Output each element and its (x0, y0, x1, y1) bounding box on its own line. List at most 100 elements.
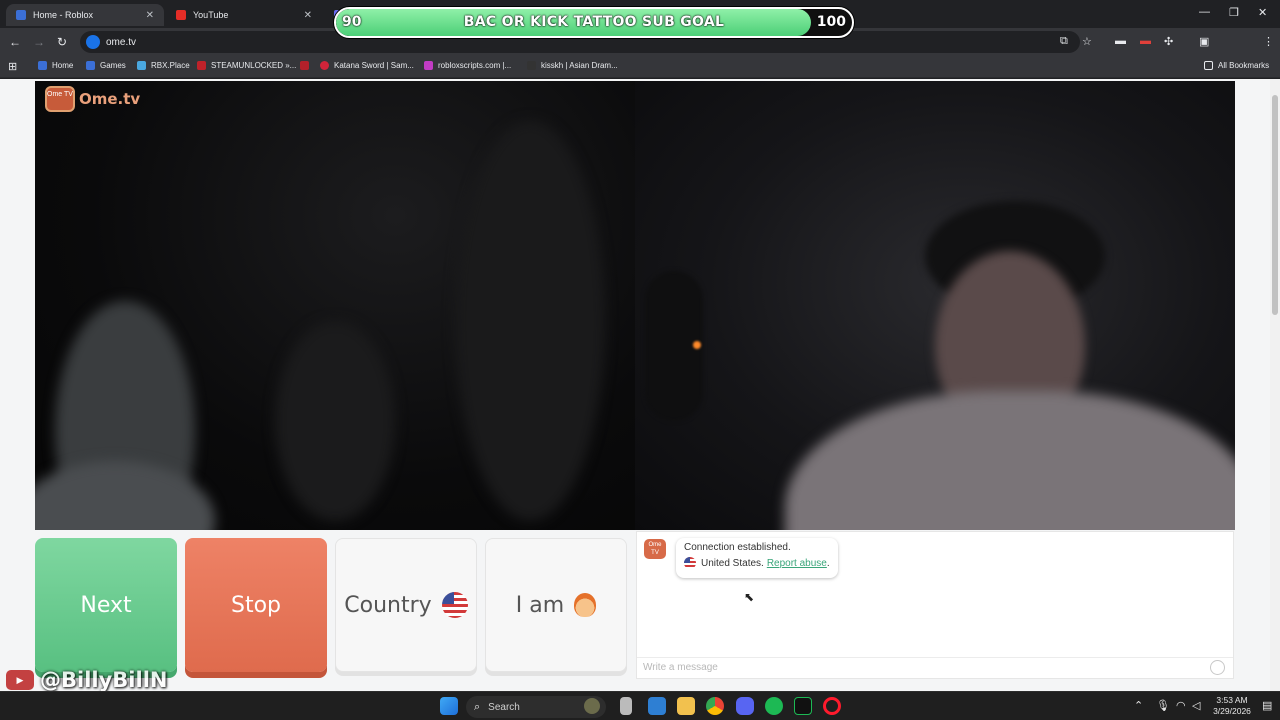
ometv-logo-text: Ome.tv (79, 90, 141, 108)
app-icon[interactable] (794, 697, 812, 715)
bookmark-robloxscripts[interactable]: robloxscripts.com |... (424, 61, 511, 70)
tab-label: YouTube (193, 10, 229, 20)
next-button[interactable]: Next (35, 538, 177, 672)
maximize-icon[interactable]: ❐ (1229, 6, 1239, 19)
kisskh-favicon-icon (527, 61, 536, 70)
message-input[interactable]: Write a message (637, 657, 1233, 678)
bookmark-label: Katana Sword | Sam... (334, 61, 414, 70)
extension-icon[interactable]: ▬ (1115, 35, 1126, 47)
emoji-picker-icon[interactable] (1210, 660, 1225, 675)
url-text: ome.tv (106, 36, 137, 48)
taskbar-search-label: Search (488, 701, 520, 713)
recording-extension-icon[interactable]: ▬ (1140, 35, 1151, 47)
bookmark-star-icon[interactable]: ☆ (1082, 35, 1092, 48)
bookmark-katana[interactable]: Katana Sword | Sam... (320, 61, 414, 70)
volume-icon[interactable]: ◁ (1192, 699, 1200, 712)
bookmark-games[interactable]: Games (86, 61, 126, 70)
country-button[interactable]: Country (335, 538, 477, 672)
sub-goal-title: BAC OR KICK TATTOO SUB GOAL (463, 14, 725, 30)
sub-goal-bar: 90 BAC OR KICK TATTOO SUB GOAL 100 (334, 7, 854, 38)
ometv-logo-icon: Ome TV (45, 86, 75, 112)
extensions-puzzle-icon[interactable]: ✣ (1164, 35, 1173, 48)
roblox-favicon-icon (86, 61, 95, 70)
bookmark-label: RBX.Place (151, 61, 190, 70)
mic-light (693, 341, 701, 349)
roblox-favicon-icon (16, 10, 26, 20)
microphone-icon[interactable]: 🎙 (1156, 699, 1170, 712)
tab-youtube[interactable]: YouTube ✕ (166, 4, 322, 26)
ometv-chat-avatar-icon: Ome TV (644, 539, 666, 559)
youtube-favicon-icon (176, 10, 186, 20)
bookmark-label: kisskh | Asian Dram... (541, 61, 618, 70)
bookmark-rbxplace[interactable]: RBX.Place (137, 61, 190, 70)
close-tab-icon[interactable]: ✕ (146, 10, 154, 21)
opera-icon[interactable] (823, 697, 841, 715)
forward-icon[interactable]: → (33, 35, 45, 49)
boy-emoji-icon (574, 593, 597, 617)
side-panel-icon[interactable]: ▣ (1199, 35, 1209, 48)
message-placeholder: Write a message (643, 662, 718, 673)
youtube-logo-icon: ▶ (6, 670, 34, 690)
all-bookmarks[interactable]: All Bookmarks (1204, 61, 1269, 70)
tray-overflow-icon[interactable]: ⌃ (1134, 699, 1143, 712)
red-favicon-icon (300, 61, 309, 70)
widget-icon[interactable] (584, 698, 600, 714)
all-bookmarks-label: All Bookmarks (1218, 61, 1270, 70)
tab-roblox[interactable]: Home - Roblox ✕ (6, 4, 164, 26)
page-scroll-thumb[interactable] (1272, 95, 1278, 315)
back-icon[interactable]: ← (9, 35, 21, 49)
video-figure (275, 321, 395, 521)
store-icon[interactable] (648, 697, 666, 715)
bookmarks-bar: ⊞ Home Games RBX.Place STEAMUNLOCKED »..… (0, 56, 1280, 78)
bookmark-steamunlocked[interactable]: STEAMUNLOCKED »... (197, 61, 296, 70)
bookmark-separator-favicon[interactable] (300, 61, 314, 70)
spotify-icon[interactable] (765, 697, 783, 715)
install-app-icon[interactable]: ⧉ (1060, 35, 1068, 48)
apps-grid-icon[interactable]: ⊞ (8, 60, 17, 73)
minimize-icon[interactable]: — (1199, 6, 1210, 18)
mouse-cursor-icon: ⬉ (744, 590, 755, 604)
search-icon: ⌕ (474, 700, 481, 713)
report-abuse-link[interactable]: Report abuse (767, 558, 827, 569)
screen: Home - Roblox ✕ YouTube ✕ — ❐ ✕ ← → ↻ om… (0, 0, 1280, 720)
katana-favicon-icon (320, 61, 329, 70)
system-message: Connection established. United States. R… (676, 538, 838, 578)
chrome-icon[interactable] (706, 697, 724, 715)
robloxscripts-favicon-icon (424, 61, 433, 70)
windows-start-icon[interactable] (440, 697, 458, 715)
person-body (785, 391, 1235, 530)
ometv-logo[interactable]: Ome TV Ome.tv (45, 86, 140, 112)
tab-label: Home - Roblox (33, 10, 94, 20)
stranger-video (35, 81, 635, 530)
reload-icon[interactable]: ↻ (57, 35, 67, 49)
channel-watermark: ▶ @BillyBillN (6, 668, 167, 692)
menu-kebab-icon[interactable]: ⋮ (1263, 35, 1274, 48)
us-flag-icon (441, 592, 468, 618)
windows-taskbar: ⌕ Search ⌃ 🎙 ◠ ◁ 3:53 AM 3/29/2026 ▤ (0, 691, 1280, 720)
bookmark-label: robloxscripts.com |... (438, 61, 512, 70)
us-flag-icon (684, 557, 696, 569)
close-window-icon[interactable]: ✕ (1258, 6, 1267, 19)
folder-icon (1204, 61, 1213, 70)
channel-handle: @BillyBillN (40, 668, 168, 692)
bookmark-label: Home (52, 61, 74, 70)
bookmark-home[interactable]: Home (38, 61, 73, 70)
site-info-icon[interactable] (86, 35, 100, 49)
country-line: United States. Report abuse. (684, 557, 830, 569)
notification-icon[interactable]: ▤ (1262, 699, 1272, 712)
gender-button[interactable]: I am (485, 538, 627, 672)
task-view-icon[interactable] (620, 697, 632, 715)
bookmark-kisskh[interactable]: kisskh | Asian Dram... (527, 61, 618, 70)
report-suffix: . (826, 557, 830, 569)
close-tab-icon[interactable]: ✕ (304, 10, 312, 21)
video-figure (455, 121, 605, 521)
discord-icon[interactable] (736, 697, 754, 715)
taskbar-clock[interactable]: 3:53 AM 3/29/2026 (1208, 695, 1256, 717)
file-explorer-icon[interactable] (677, 697, 695, 715)
wifi-icon[interactable]: ◠ (1176, 699, 1186, 712)
iam-label: I am (515, 592, 565, 618)
country-name: United States. (701, 557, 764, 569)
sub-goal-target: 100 (816, 14, 846, 30)
stop-button[interactable]: Stop (185, 538, 327, 672)
bookmark-label: STEAMUNLOCKED »... (211, 61, 297, 70)
